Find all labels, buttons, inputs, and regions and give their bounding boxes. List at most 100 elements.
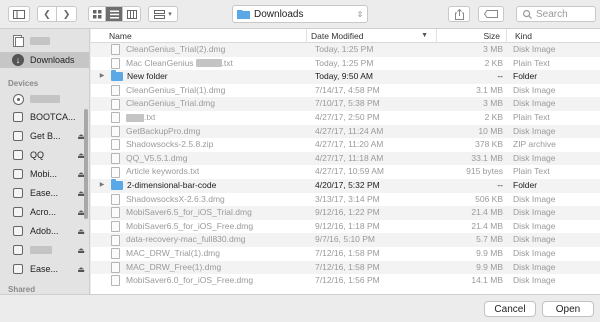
location-popup[interactable]: Downloads ⇳: [232, 5, 368, 23]
file-row[interactable]: Shadowsocks-2.5.8.zip 4/27/17, 11:20 AM 37…: [91, 138, 600, 152]
sidebar-icon: [13, 9, 25, 19]
file-row[interactable]: MobiSaver6.5_for_iOS_Trial.dmg 9/12/16, 1…: [91, 206, 600, 220]
file-row[interactable]: data-recovery-mac_full830.dmg 9/7/16, 5:1…: [91, 233, 600, 247]
file-row[interactable]: ShadowsocksX-2.6.3.dmg 3/13/17, 3:14 PM 50…: [91, 193, 600, 207]
kind-cell: Folder: [513, 71, 538, 82]
chevron-right-icon: ❯: [62, 8, 71, 19]
eject-icon[interactable]: ⏏: [76, 227, 86, 236]
file-row[interactable]: GetBackupPro.dmg 4/27/17, 11:24 AM 10 MB Di…: [91, 124, 600, 139]
toolbar: ❮ ❯ ▾ Downloads ⇳: [0, 0, 600, 29]
drive-icon: [12, 111, 24, 123]
file-row[interactable]: MobiSaver6.0_for_iOS_Free.dmg 7/12/16, 1:…: [91, 274, 600, 288]
file-row[interactable]: Article keywords.txt 4/27/17, 10:59 AM 915…: [91, 165, 600, 179]
drive-icon: [12, 168, 24, 180]
name-cell: MobiSaver6.5_for_iOS_Trial.dmg: [91, 206, 307, 220]
file-row[interactable]: CleanGenius_Trial.dmg 7/10/17, 5:38 PM 3 M…: [91, 97, 600, 111]
file-row[interactable]: QQ_V5.5.1.dmg 4/27/17, 11:18 AM 33.1 MB Dis…: [91, 151, 600, 166]
sidebar-item-label: Ease...: [30, 264, 59, 274]
file-row[interactable]: MAC_DRW_Trial(1).dmg 7/12/16, 1:58 PM 9.9 …: [91, 247, 600, 261]
drive-icon: [12, 187, 24, 199]
cancel-button[interactable]: Cancel: [484, 301, 536, 317]
sidebar-item-label: Ease...: [30, 188, 59, 198]
file-name: QQ_V5.5.1.dmg: [126, 152, 188, 163]
name-cell: .txt: [91, 111, 307, 125]
chevron-down-icon: ▾: [168, 11, 172, 18]
file-name: MobiSaver6.5_for_iOS_Trial.dmg: [126, 207, 252, 218]
folder-icon: [111, 179, 123, 191]
size-cell: 33.1 MB: [471, 152, 503, 163]
kind-cell: Disk Image: [513, 44, 556, 54]
drive-icon: [12, 263, 24, 275]
drive-icon: [12, 206, 24, 218]
drive-icon: [12, 130, 24, 142]
file-name: MAC_DRW_Free(1).dmg: [126, 261, 222, 272]
sidebar-item-device[interactable]: ⏏: [0, 242, 89, 258]
forward-button[interactable]: ❯: [57, 7, 76, 21]
tag-button[interactable]: [478, 6, 504, 22]
file-row[interactable]: MAC_DRW_Free(1).dmg 7/12/16, 1:58 PM 9.9 M…: [91, 260, 600, 275]
file-icon: [111, 207, 120, 219]
size-cell: 21.4 MB: [471, 207, 503, 218]
name-cell: QQ_V5.5.1.dmg: [91, 152, 307, 166]
back-button[interactable]: ❮: [38, 7, 57, 21]
kind-cell: Folder: [513, 179, 538, 190]
sidebar-item-device[interactable]: Get B... ⏏: [0, 128, 89, 144]
file-row[interactable]: MobiSaver6.5_for_iOS_Free.dmg 9/12/16, 1:…: [91, 220, 600, 234]
size-cell: 3 MB: [483, 98, 503, 109]
file-row[interactable]: .txt 4/27/17, 2:50 PM 2 KB Plain Text: [91, 111, 600, 125]
name-cell: MobiSaver6.0_for_iOS_Free.dmg: [91, 274, 307, 288]
name-cell: MAC_DRW_Free(1).dmg: [91, 261, 307, 275]
chevron-left-icon: ❮: [43, 8, 51, 19]
name-cell: CleanGenius_Trial.dmg: [91, 97, 307, 111]
column-header-kind[interactable]: Kind: [507, 29, 600, 43]
sidebar-item-device[interactable]: Acro... ⏏: [0, 204, 89, 220]
sidebar-item-downloads[interactable]: ↓ Downloads: [0, 52, 89, 68]
sidebar-item-label: QQ: [30, 150, 45, 160]
sidebar-item-device[interactable]: Ease... ⏏: [0, 261, 89, 277]
devices-heading: Devices: [8, 79, 39, 88]
column-header-label: Date Modified: [311, 31, 364, 41]
list-icon: [109, 10, 119, 18]
sidebar-item-device[interactable]: QQ ⏏: [0, 147, 89, 163]
sidebar-item-blurred[interactable]: [0, 33, 89, 49]
sidebar-item-device[interactable]: Adob... ⏏: [0, 223, 89, 239]
file-name: data-recovery-mac_full830.dmg: [126, 234, 246, 245]
column-header-size[interactable]: Size: [437, 29, 507, 43]
disclosure-triangle-icon[interactable]: ▶: [97, 70, 107, 84]
eject-icon[interactable]: ⏏: [76, 265, 86, 274]
sidebar-item-device[interactable]: Mobi... ⏏: [0, 166, 89, 182]
kind-cell: Disk Image: [513, 220, 556, 231]
sidebar-item-device[interactable]: [0, 91, 89, 107]
file-row[interactable]: CleanGenius_Trial(2).dmg Today, 1:25 PM 3 …: [91, 43, 600, 57]
icon-view-button[interactable]: [89, 7, 106, 21]
folder-row[interactable]: ▶ New folder Today, 9:50 AM -- Folder: [91, 70, 600, 84]
shared-heading: Shared: [8, 285, 36, 294]
list-view-button[interactable]: [106, 7, 123, 21]
sidebar-item-device[interactable]: Ease... ⏏: [0, 185, 89, 201]
folder-row[interactable]: ▶ 2-dimensional-bar-code 4/20/17, 5:32 PM -…: [91, 178, 600, 193]
redacted-label: [30, 246, 52, 254]
search-input[interactable]: [536, 8, 592, 20]
size-cell: 5.7 MB: [476, 234, 503, 245]
file-row[interactable]: CleanGenius_Trial(1).dmg 7/14/17, 4:58 PM…: [91, 84, 600, 98]
column-header-name[interactable]: Name: [91, 29, 307, 43]
sidebar-item-device[interactable]: BOOTCA...: [0, 109, 89, 125]
eject-icon[interactable]: ⏏: [76, 246, 86, 255]
file-name: Article keywords.txt: [126, 166, 200, 177]
disclosure-triangle-icon[interactable]: ▶: [97, 179, 107, 193]
sidebar-scrollbar[interactable]: [84, 109, 88, 219]
sidebar-toggle-button[interactable]: [8, 6, 30, 22]
file-row[interactable]: Mac CleanGenius .txt Today, 1:25 PM 2 KB Pla…: [91, 57, 600, 71]
open-button[interactable]: Open: [542, 301, 594, 317]
column-view-button[interactable]: [123, 7, 140, 21]
share-button[interactable]: [448, 6, 470, 22]
file-rows: CleanGenius_Trial(2).dmg Today, 1:25 PM 3 …: [91, 43, 600, 288]
file-icon: [111, 139, 120, 151]
kind-cell: Disk Image: [513, 193, 556, 204]
column-header-date[interactable]: Date Modified ▼: [307, 29, 437, 43]
kind-cell: Disk Image: [513, 234, 556, 245]
columns-icon: [126, 9, 137, 19]
search-field[interactable]: [516, 6, 596, 22]
name-cell: Mac CleanGenius .txt: [91, 57, 307, 71]
arrange-button[interactable]: ▾: [148, 6, 178, 22]
